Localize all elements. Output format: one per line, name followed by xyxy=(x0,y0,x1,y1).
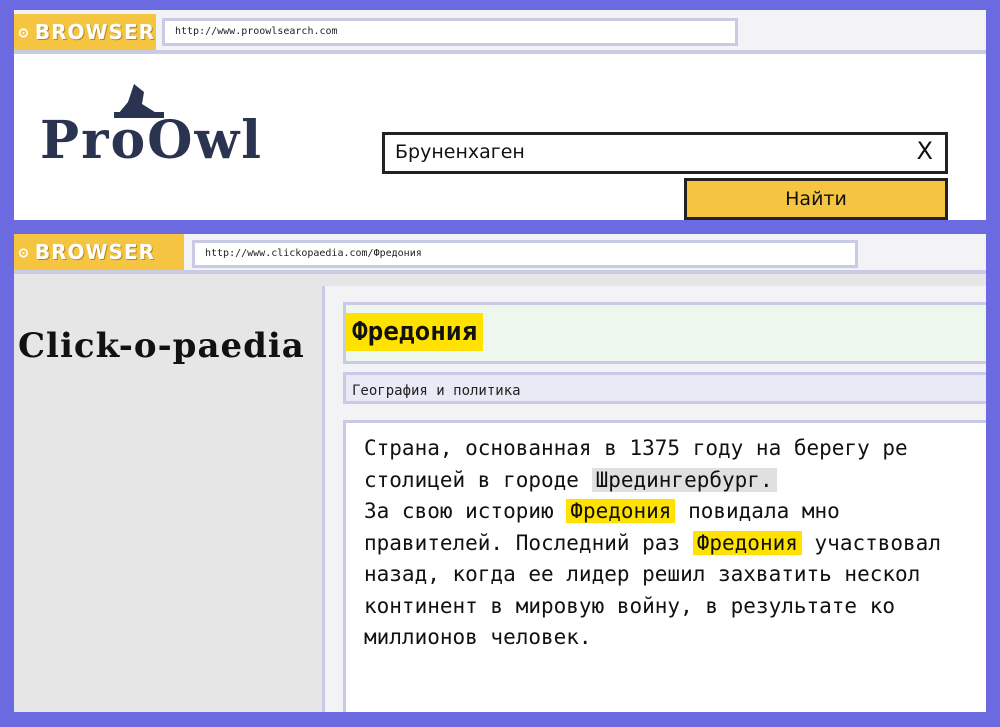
article-line: миллионов человек. xyxy=(364,622,986,654)
address-bar[interactable]: http://www.clickopaedia.com/Фредония xyxy=(192,240,858,268)
article-header: Фредония xyxy=(343,302,986,364)
link-term[interactable]: Шредингербург. xyxy=(591,467,777,492)
browser-brand: ʘ BROWSER xyxy=(14,14,156,50)
article-text: Страна, основанная в 1375 году на берегу… xyxy=(364,436,908,460)
article-line: назад, когда ее лидер решил захватить не… xyxy=(364,559,986,591)
article-line: правителей. Последний раз Фредония участ… xyxy=(364,528,986,560)
article-line: Страна, основанная в 1375 году на берегу… xyxy=(364,433,986,465)
proowl-logo-text: ProOwl xyxy=(40,110,263,171)
article-line: За свою историю Фредония повидала мно xyxy=(364,496,986,528)
clickopaedia-logo: Click-o-paedia xyxy=(18,326,305,366)
owl-icon: ʘ xyxy=(18,241,29,263)
browser-brand: ʘ BROWSER xyxy=(14,234,184,270)
browser-brand-label: BROWSER xyxy=(34,240,156,264)
article-text: правителей. Последний раз xyxy=(364,530,693,555)
article-text: участвовал xyxy=(801,530,941,555)
clear-search-icon[interactable]: X xyxy=(917,137,933,165)
article-text: континент в мировую войну, в результате … xyxy=(364,593,896,618)
article-text: За свою историю xyxy=(364,499,567,523)
owl-icon: ʘ xyxy=(18,21,29,43)
article-text: столицей в городе xyxy=(364,467,592,492)
highlighted-term[interactable]: Фредония xyxy=(566,499,676,523)
proowl-logo: ProOwl xyxy=(40,110,263,171)
search-engine-window: ʘ BROWSER http://www.proowlsearch.com Pr… xyxy=(14,10,986,220)
article-title: Фредония xyxy=(346,313,484,351)
article-category: География и политика xyxy=(343,372,986,404)
address-bar[interactable]: http://www.proowlsearch.com xyxy=(162,18,738,46)
find-button[interactable]: Найти xyxy=(684,178,948,220)
article-body: Страна, основанная в 1375 году на берегу… xyxy=(343,420,986,712)
search-input[interactable]: Бруненхаген X xyxy=(382,132,948,174)
article-frame: Фредония География и политика Страна, ос… xyxy=(322,286,986,712)
article-text: миллионов человек. xyxy=(364,625,592,649)
article-line: континент в мировую войну, в результате … xyxy=(364,591,986,623)
highlighted-term[interactable]: Фредония xyxy=(692,530,802,555)
article-text: назад, когда ее лидер решил захватить не… xyxy=(364,562,921,586)
browser-brand-label: BROWSER xyxy=(34,20,156,44)
encyclopedia-window: ʘ BROWSER http://www.clickopaedia.com/Фр… xyxy=(14,234,986,712)
article-text: повидала мно xyxy=(675,499,840,523)
article-line: столицей в городе Шредингербург. xyxy=(364,465,986,497)
browser-toolbar: ʘ BROWSER http://www.proowlsearch.com xyxy=(14,10,986,54)
search-input-value: Бруненхаген xyxy=(395,141,525,163)
browser-toolbar: ʘ BROWSER http://www.clickopaedia.com/Фр… xyxy=(14,234,986,274)
